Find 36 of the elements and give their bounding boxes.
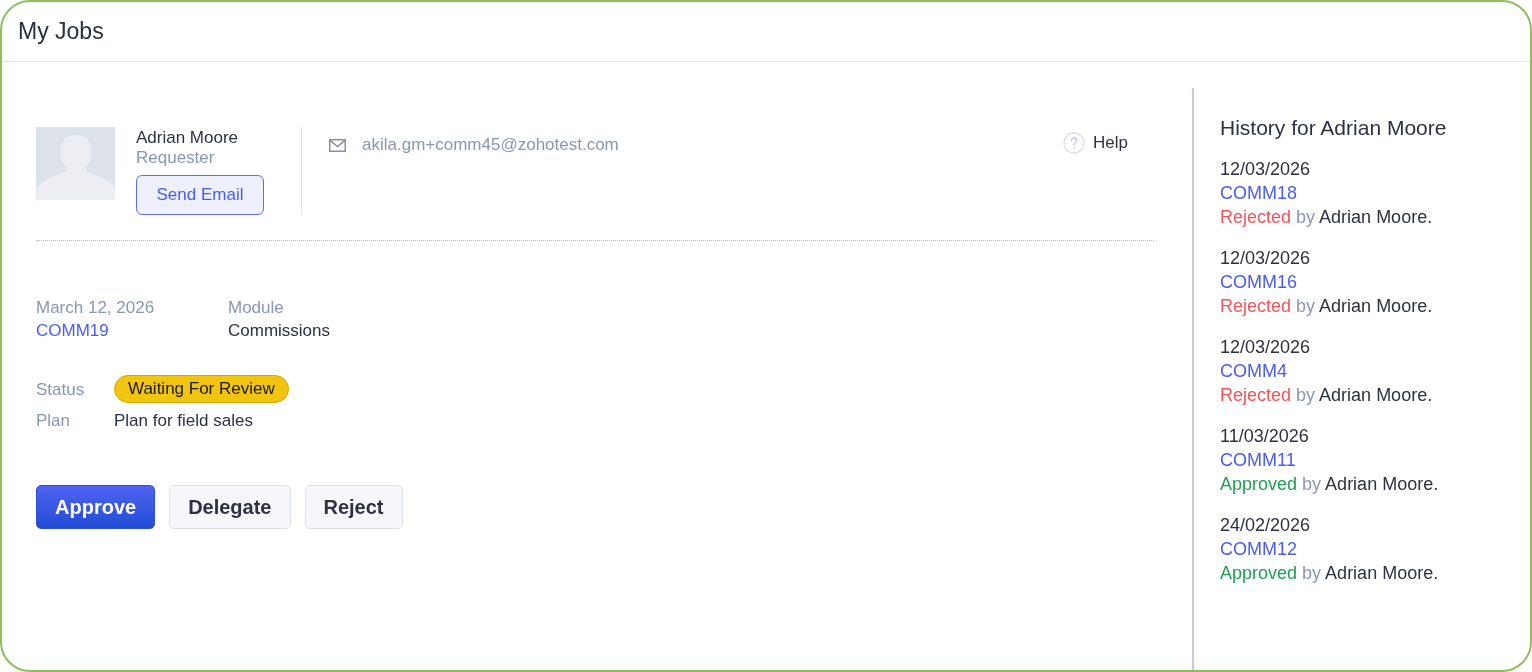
requester-role: Requester [136, 148, 215, 168]
history-action-text: Rejected by Adrian Moore. [1220, 206, 1433, 229]
job-date: March 12, 2026 [36, 297, 155, 319]
history-job-link[interactable]: COMM16 [1220, 270, 1297, 294]
history-action-text: Rejected by Adrian Moore. [1220, 384, 1433, 407]
plan-value: Plan for field sales [114, 410, 253, 432]
action-button[interactable]: Reject [304, 485, 403, 529]
requester-name: Adrian Moore [136, 128, 239, 148]
approve-button[interactable]: Approve [36, 485, 156, 529]
history-action-text: Approved by Adrian Moore. [1220, 562, 1439, 585]
help-icon [1063, 132, 1086, 154]
plan-label: Plan [36, 410, 72, 432]
window-title: My Jobs [18, 20, 104, 43]
history-date: 11/03/2026 [1220, 425, 1309, 448]
avatar-icon [36, 127, 115, 200]
email-text: akila.gm+comm45@zohotest.com [362, 135, 619, 155]
history-date: 24/02/2026 [1220, 514, 1311, 537]
module-label: Module [228, 297, 284, 319]
module-value: Commissions [228, 320, 331, 342]
mail-icon [329, 138, 346, 152]
history-date: 12/03/2026 [1220, 336, 1311, 359]
status-badge: Waiting For Review [114, 375, 289, 403]
history-date: 12/03/2026 [1220, 247, 1311, 270]
history-action-text: Approved by Adrian Moore. [1220, 473, 1439, 496]
job-id-link[interactable]: COMM19 [36, 319, 109, 342]
history-job-link[interactable]: COMM4 [1220, 359, 1287, 383]
history-date: 12/03/2026 [1220, 158, 1311, 181]
history-job-link[interactable]: COMM18 [1220, 181, 1297, 205]
send-email-button[interactable]: Send Email [136, 175, 264, 215]
history-job-link[interactable]: COMM11 [1220, 448, 1296, 472]
action-button[interactable]: Delegate [169, 485, 291, 529]
history-title: History for Adrian Moore [1220, 115, 1447, 141]
status-label: Status [36, 378, 86, 401]
history-job-link[interactable]: COMM12 [1220, 537, 1297, 561]
help-link[interactable]: Help [1063, 132, 1128, 154]
history-action-text: Rejected by Adrian Moore. [1220, 295, 1433, 318]
